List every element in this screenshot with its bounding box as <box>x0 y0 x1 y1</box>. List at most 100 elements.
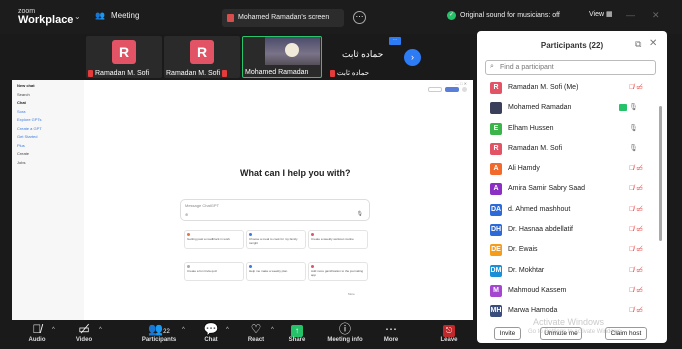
people-icon: 👥 <box>95 11 105 20</box>
close-window-icon[interactable]: ✕ <box>652 10 660 21</box>
mic-muted-icon <box>222 70 228 77</box>
ellipsis-icon: ⋯ <box>385 322 397 336</box>
participant-name: d. Ahmed mashhout <box>508 205 571 213</box>
minimize-icon[interactable]: — <box>626 10 635 20</box>
mic-icon: 🎙 <box>629 144 638 152</box>
participant-row[interactable]: DE Dr. Ewais 🎙̸ ▭̸ <box>477 240 667 260</box>
tile-label: Ramadan M. Sofi <box>88 70 149 77</box>
leave-icon: ⎋ <box>424 322 474 337</box>
participants-panel: Participants (22) ⧉ ✕ ⌕ Find a participa… <box>477 31 667 343</box>
next-page-icon[interactable]: › <box>404 49 421 66</box>
audio-button[interactable]: 🎙̸ Audio ^ <box>12 322 62 343</box>
tile-name: Ramadan M. Sofi <box>95 70 150 77</box>
participant-row[interactable]: DH Dr. Hasnaa abdellatif 🎙̸ ▭̸ <box>477 220 667 240</box>
tile-name: Mohamed Ramadan <box>245 69 309 76</box>
meeting-info-button[interactable]: ⓘ Meeting info <box>320 322 370 343</box>
share-button[interactable]: ↑ Share <box>272 322 322 343</box>
avatar: R <box>190 40 214 64</box>
avatar: DH <box>490 224 502 237</box>
video-label: Video <box>75 337 93 343</box>
participant-row[interactable]: M Mahmoud Kassem 🎙̸ ▭̸ <box>477 281 667 301</box>
participants-button[interactable]: 👥22 Participants ^ <box>134 322 185 343</box>
share-screen-icon <box>227 14 234 22</box>
view-button[interactable]: View ▦ <box>589 10 613 18</box>
activate-windows-subtext: Go to Settings to activate Windows. <box>528 329 623 335</box>
suggestion-card: Add more gamification to the journaling … <box>308 262 368 281</box>
pop-out-icon[interactable]: ⧉ <box>635 39 641 50</box>
card-icon <box>187 233 190 236</box>
video-tile[interactable]: R Ramadan M. Sofi <box>164 36 240 78</box>
suggestion-card: Choose a meal to cook for my family toni… <box>246 230 306 249</box>
sidebar-item: Create <box>17 151 30 156</box>
logo-bottom: Workplace <box>18 14 74 26</box>
participant-row[interactable]: A Amira Samir Sabry Saad 🎙̸ ▭̸ <box>477 179 667 199</box>
search-input[interactable]: ⌕ Find a participant <box>485 60 656 75</box>
leave-button[interactable]: ⎋ Leave <box>424 322 474 343</box>
participant-row[interactable]: Mohamed Ramadan 🎙 <box>477 98 667 118</box>
participant-row[interactable]: DM Dr. Mokhtar 🎙̸ ▭̸ <box>477 261 667 281</box>
participant-row[interactable]: R Ramadan M. Sofi 🎙 <box>477 139 667 159</box>
card-icon <box>249 265 252 268</box>
chevron-down-icon[interactable]: ⌄ <box>74 12 81 21</box>
sidebar-item: Search <box>17 91 30 97</box>
chat-label: Chat <box>204 337 218 343</box>
more-label: More <box>383 337 399 343</box>
video-tile[interactable]: R Ramadan M. Sofi <box>86 36 162 78</box>
app-button <box>428 87 442 92</box>
video-button[interactable]: ▭̸ Video ^ <box>59 322 109 343</box>
participant-name: Amira Samir Sabry Saad <box>508 185 586 193</box>
participant-name: Ramadan M. Sofi (Me) <box>508 84 579 91</box>
participant-row[interactable]: DA d. Ahmed mashhout 🎙̸ ▭̸ <box>477 200 667 220</box>
avatar: A <box>490 183 502 196</box>
shared-screen: New chat Search Chat Sora Explore GPTs C… <box>12 80 473 320</box>
participant-row[interactable]: R Ramadan M. Sofi (Me) 🎙̸ ▭̸ <box>477 78 667 98</box>
more-options-icon[interactable]: ⋯ <box>353 11 366 24</box>
view-label: View <box>589 11 605 18</box>
share-tab[interactable]: Mohamed Ramadan's screen ⋯ <box>222 9 366 27</box>
avatar: MH <box>490 305 502 318</box>
tile-label: حماده ثابت <box>330 69 369 77</box>
participant-row[interactable]: A Ali Hamdy 🎙̸ ▭̸ <box>477 159 667 179</box>
audio-label: Audio <box>28 337 46 343</box>
info-icon: ⓘ <box>338 322 351 336</box>
original-sound-status[interactable]: ✓ Original sound for musicians: off <box>447 11 560 20</box>
sidebar-item: Plus <box>17 142 25 148</box>
app-top-actions <box>428 87 467 92</box>
chevron-up-icon[interactable]: ^ <box>52 327 55 333</box>
chat-button[interactable]: 💬 Chat ^ <box>186 322 236 343</box>
close-icon[interactable]: ✕ <box>649 38 657 49</box>
invite-button[interactable]: Invite <box>494 327 521 340</box>
participant-list: R Ramadan M. Sofi (Me) 🎙̸ ▭̸ Mohamed Ramada… <box>477 78 667 322</box>
share-icon: ↑ <box>272 322 322 337</box>
video-tile[interactable]: حماده ثابت ⋯ حماده ثابت <box>326 36 402 78</box>
meeting-menu[interactable]: 👥 Meeting <box>95 11 139 20</box>
suggestion-card: Create a weekly workout routine <box>308 230 368 249</box>
chevron-up-icon[interactable]: ^ <box>226 327 229 333</box>
tile-name: حماده ثابت <box>337 70 370 77</box>
app-button <box>445 87 459 92</box>
participant-name: Ali Hamdy <box>508 165 540 173</box>
avatar: M <box>490 284 502 297</box>
share-label: Share <box>288 337 306 343</box>
participant-name: Mahmoud Kassem <box>508 286 567 294</box>
attach-icon: ⊕ <box>185 212 189 217</box>
message-placeholder: Message ChatGPT <box>185 203 220 208</box>
screen-share-icon <box>619 104 627 112</box>
mic-video-muted-icon: 🎙̸ ▭̸ <box>629 307 643 315</box>
card-text: Getting past a roadblock in work <box>187 237 230 241</box>
tile-more-icon[interactable]: ⋯ <box>389 37 401 45</box>
video-feed-image <box>265 37 320 65</box>
chevron-up-icon[interactable]: ^ <box>182 327 185 333</box>
share-tab-label: Mohamed Ramadan's screen <box>238 14 330 21</box>
card-text: Choose a meal to cook for my family toni… <box>249 237 298 245</box>
card-icon <box>249 233 252 236</box>
mic-icon: 🎙 <box>629 124 638 132</box>
chevron-up-icon[interactable]: ^ <box>99 327 102 333</box>
mic-icon: 🎙 <box>629 104 638 112</box>
avatar: R <box>490 82 502 94</box>
search-placeholder: Find a participant <box>500 64 554 71</box>
mic-video-muted-icon: 🎙̸ ▭̸ <box>629 165 643 173</box>
scrollbar[interactable] <box>659 106 662 241</box>
participant-row[interactable]: E Elham Hussen 🎙 <box>477 119 667 139</box>
more-button[interactable]: ⋯ More <box>366 322 416 343</box>
